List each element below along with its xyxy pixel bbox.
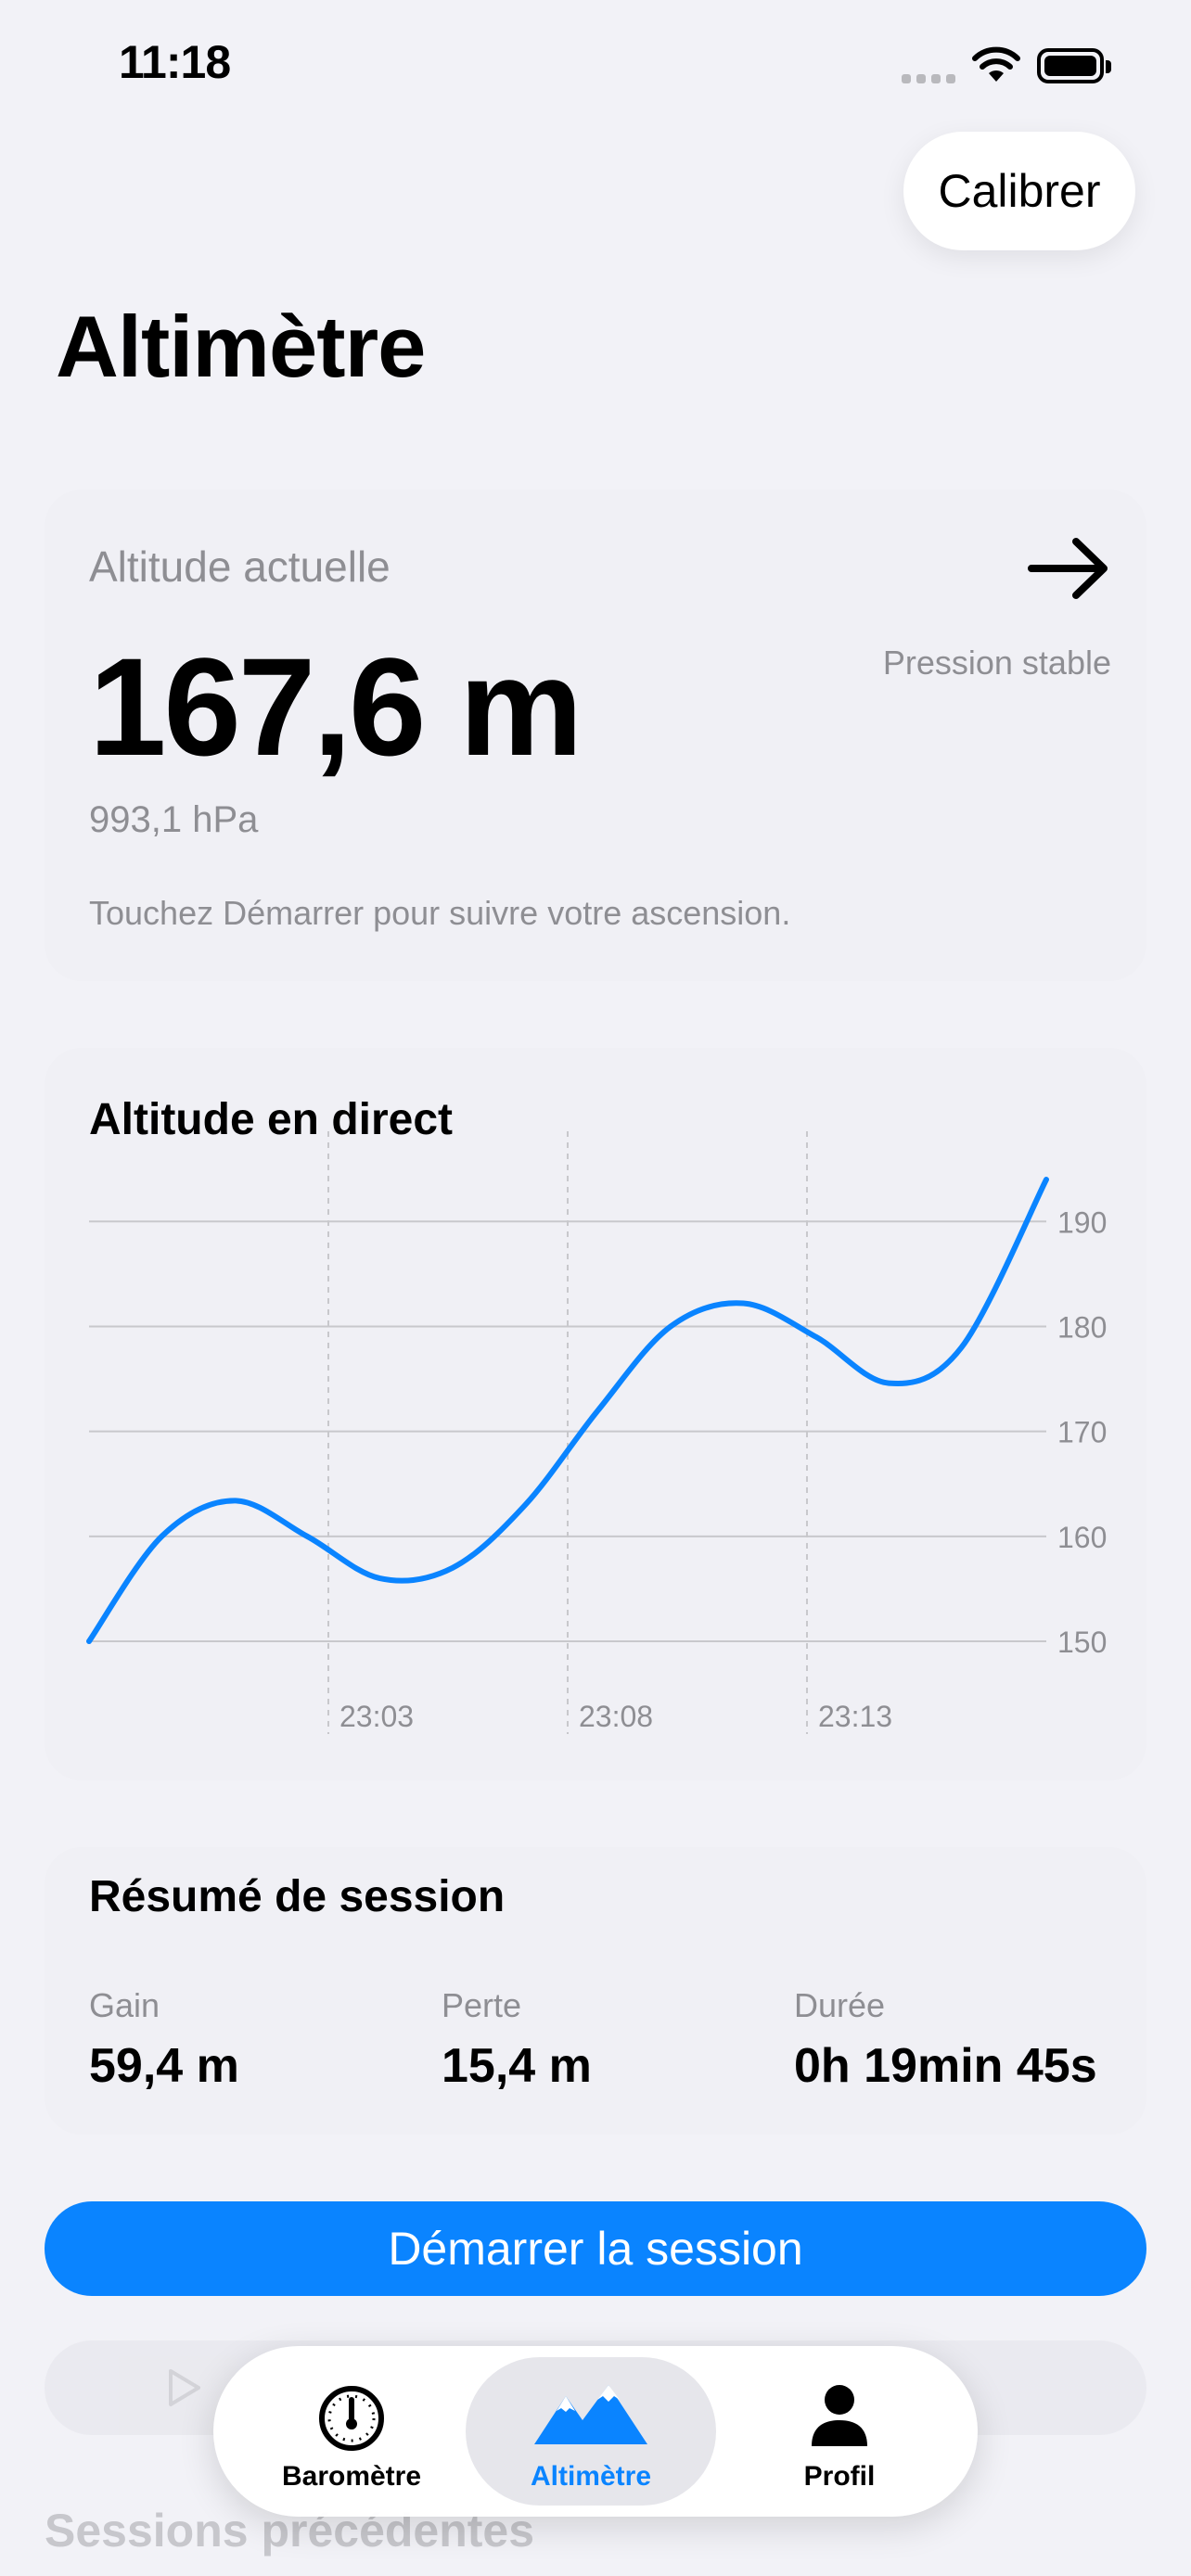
y-tick-label: 160 <box>1057 1521 1107 1554</box>
person-icon <box>812 2385 867 2446</box>
duration-value: 0h 19min 45s <box>794 2039 1097 2093</box>
tab-barometer-label: Baromètre <box>281 2461 422 2492</box>
pressure-value: 993,1 hPa <box>89 799 259 840</box>
wifi-icon <box>972 46 1020 82</box>
tab-altimeter[interactable]: Altimètre <box>466 2357 716 2506</box>
y-tick-label: 170 <box>1057 1416 1107 1449</box>
y-tick-label: 150 <box>1057 1626 1107 1659</box>
summary-loss: Perte 15,4 m <box>442 1986 592 2094</box>
y-tick-label: 180 <box>1057 1310 1107 1344</box>
gain-label: Gain <box>89 1986 160 2024</box>
tab-altimeter-label: Altimètre <box>530 2461 652 2492</box>
gain-value: 59,4 m <box>89 2039 239 2093</box>
altitude-value: 167,6 m <box>89 629 583 784</box>
x-tick-label: 23:13 <box>818 1700 892 1733</box>
duration-label: Durée <box>794 1986 886 2024</box>
summary-duration: Durée 0h 19min 45s <box>794 1986 1097 2094</box>
y-tick-label: 190 <box>1057 1205 1107 1239</box>
session-summary-card: Résumé de session Gain 59,4 m Perte 15,4… <box>45 1847 1146 2135</box>
altitude-chart: 150 160 170 180 190 23:03 23:08 23:13 <box>86 1131 1107 1734</box>
page-title: Altimètre <box>56 298 426 395</box>
gauge-icon <box>319 2386 384 2451</box>
battery-icon <box>1037 48 1111 83</box>
loss-value: 15,4 m <box>442 2039 592 2093</box>
x-tick-label: 23:08 <box>579 1700 653 1733</box>
tab-profile[interactable]: Profil <box>714 2357 965 2506</box>
altitude-label: Altitude actuelle <box>89 542 391 591</box>
loss-label: Perte <box>442 1986 522 2024</box>
x-tick-label: 23:03 <box>339 1700 414 1733</box>
tab-profile-label: Profil <box>803 2461 876 2492</box>
status-bar: 11:18 <box>0 0 1191 121</box>
trend-label: Pression stable <box>882 644 1111 682</box>
current-altitude-card: Altitude actuelle 167,6 m 993,1 hPa Touc… <box>45 490 1146 981</box>
status-time: 11:18 <box>119 36 231 88</box>
arrow-right-icon <box>1028 538 1108 599</box>
calibrate-button[interactable]: Calibrer <box>903 132 1135 250</box>
tab-bar: Baromètre Altimètre Profil <box>213 2346 978 2517</box>
hint-text: Touchez Démarrer pour suivre votre ascen… <box>89 894 791 932</box>
tab-barometer[interactable]: Baromètre <box>226 2357 477 2506</box>
start-session-button[interactable]: Démarrer la session <box>45 2201 1146 2296</box>
mountains-icon <box>534 2385 647 2444</box>
live-chart-card: Altitude en direct 150 160 170 180 190 23:03 2… <box>45 1048 1146 1780</box>
play-icon <box>169 2369 200 2406</box>
cellular-signal-icon <box>902 57 957 83</box>
summary-title: Résumé de session <box>89 1872 506 1921</box>
summary-gain: Gain 59,4 m <box>89 1986 239 2094</box>
